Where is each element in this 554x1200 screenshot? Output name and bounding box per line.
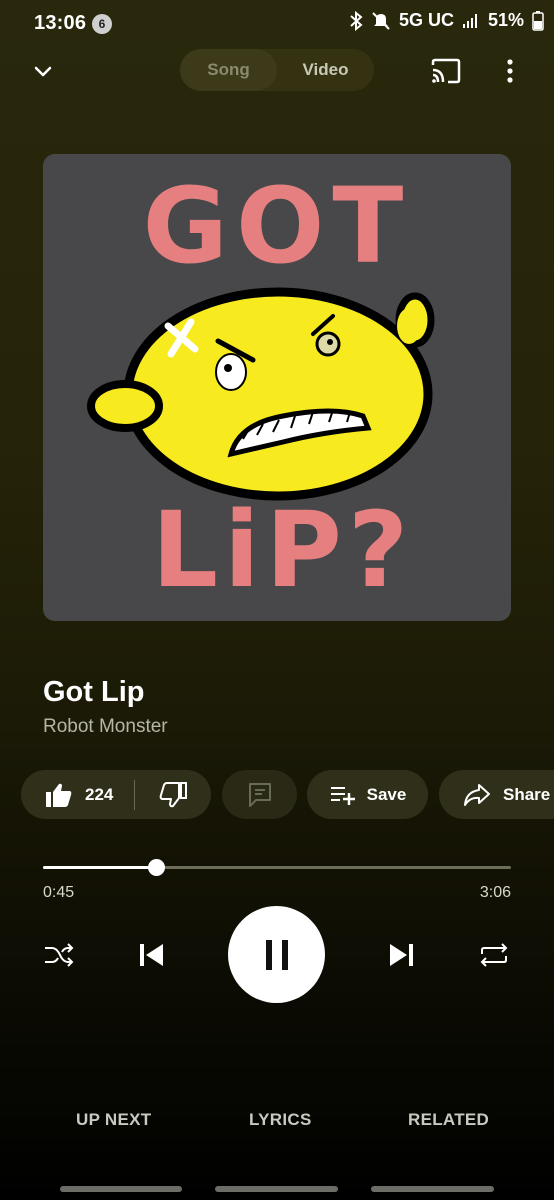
- more-vert-icon: [507, 59, 513, 83]
- skip-previous-icon: [140, 944, 163, 966]
- cast-button[interactable]: [430, 58, 462, 84]
- chevron-down-icon: [34, 66, 52, 77]
- total-time: 3:06: [479, 884, 511, 901]
- tab-video[interactable]: Video: [277, 49, 374, 91]
- mute-icon: [371, 11, 391, 31]
- share-label: Share: [503, 784, 551, 804]
- battery-icon: [532, 10, 544, 31]
- tab-handle-lyrics: [215, 1186, 338, 1192]
- collapse-button[interactable]: [28, 56, 58, 86]
- status-time: 13:06: [34, 12, 87, 34]
- album-art: GOT LiP?: [43, 154, 511, 621]
- bluetooth-icon: [349, 10, 363, 31]
- save-button[interactable]: Save: [307, 770, 428, 819]
- artist-name[interactable]: Robot Monster: [43, 716, 168, 738]
- song-video-toggle: Song Video: [180, 49, 374, 91]
- shuffle-icon: [45, 943, 74, 967]
- dislike-button[interactable]: [135, 781, 211, 808]
- tab-song[interactable]: Song: [180, 49, 277, 91]
- pause-button[interactable]: [228, 906, 325, 1003]
- save-label: Save: [366, 784, 407, 804]
- shuffle-button[interactable]: [43, 940, 75, 970]
- playlist-add-icon: [330, 786, 355, 805]
- pause-icon: [265, 939, 288, 970]
- song-title: Got Lip: [43, 676, 145, 708]
- tab-handle-related: [371, 1186, 494, 1192]
- like-count: 224: [85, 784, 114, 804]
- tab-lyrics[interactable]: LYRICS: [249, 1110, 312, 1130]
- network-label: 5G UC: [398, 10, 454, 30]
- comment-icon: [248, 782, 271, 807]
- share-icon: [464, 783, 490, 806]
- previous-button[interactable]: [136, 940, 166, 970]
- signal-icon: [462, 13, 480, 29]
- share-button[interactable]: Share: [439, 770, 554, 819]
- notification-badge: 6: [92, 14, 112, 34]
- tab-related[interactable]: RELATED: [408, 1110, 489, 1130]
- album-art-illustration: GOT LiP?: [87, 165, 435, 611]
- like-dislike-chip: 224: [21, 770, 211, 819]
- more-options-button[interactable]: [500, 56, 520, 86]
- status-icons: 5G UC 51%: [349, 10, 544, 31]
- comment-button[interactable]: [222, 770, 297, 819]
- progress-fill: [43, 866, 156, 869]
- thumb-down-icon: [159, 781, 187, 807]
- cast-icon: [431, 58, 461, 84]
- current-time: 0:45: [43, 884, 75, 901]
- repeat-button[interactable]: [478, 940, 510, 970]
- tab-up-next[interactable]: UP NEXT: [76, 1110, 151, 1130]
- like-button[interactable]: 224: [21, 782, 134, 808]
- album-art-text-top: GOT: [143, 165, 412, 287]
- battery-label: 51%: [487, 10, 524, 30]
- tab-handle-up-next: [60, 1186, 182, 1192]
- next-button[interactable]: [387, 940, 417, 970]
- repeat-icon: [480, 943, 508, 967]
- thumb-up-icon: [46, 783, 72, 807]
- album-art-text-bottom: LiP?: [152, 489, 414, 611]
- skip-next-icon: [390, 944, 413, 966]
- progress-thumb[interactable]: [148, 859, 165, 876]
